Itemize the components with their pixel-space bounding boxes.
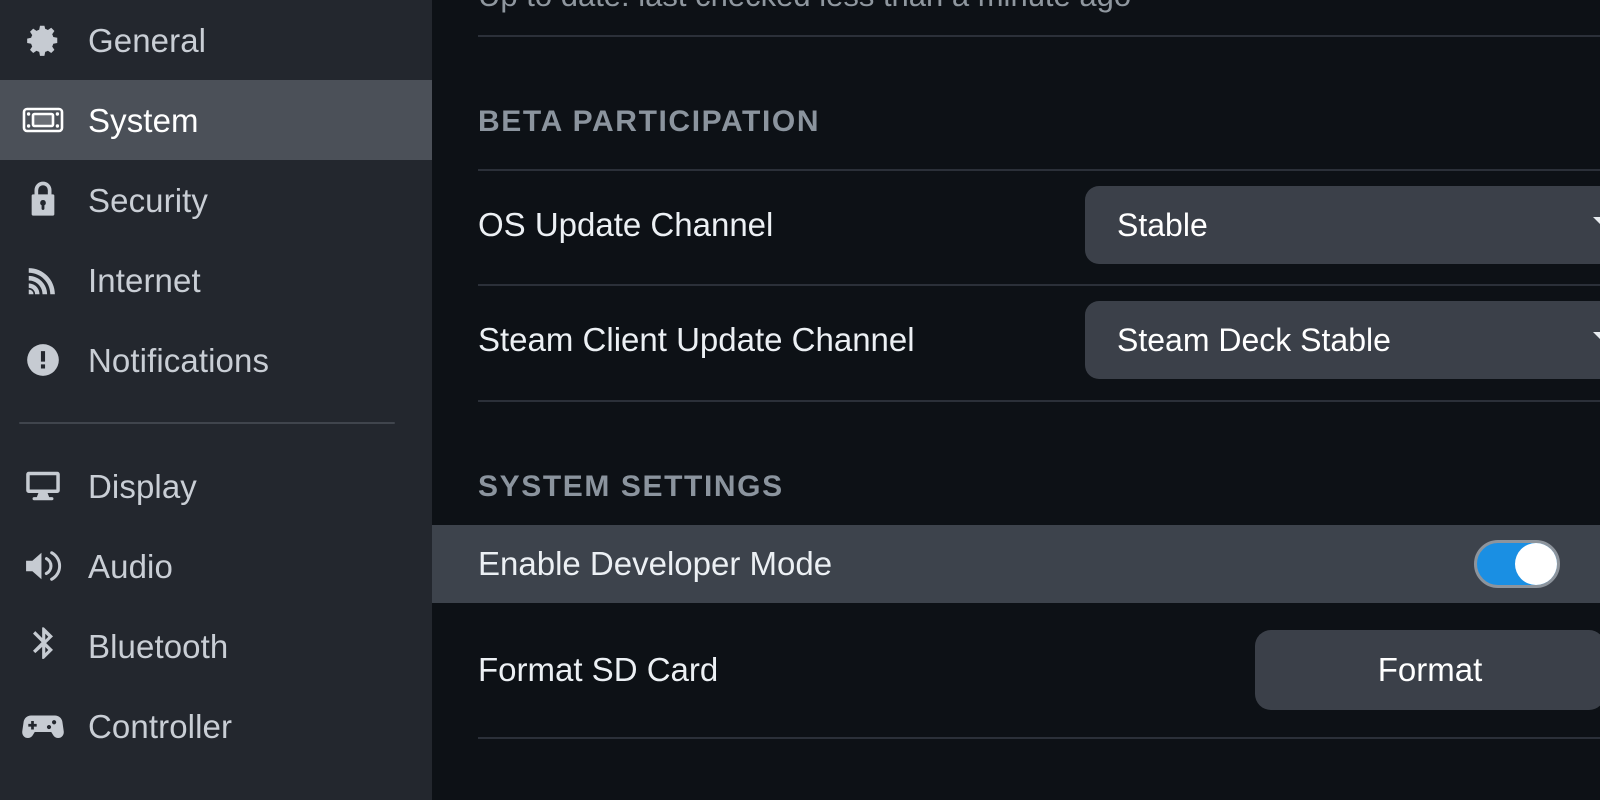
monitor-icon: [20, 468, 66, 504]
settings-content-panel: Up to date: last checked less than a min…: [432, 0, 1600, 800]
sidebar-item-security[interactable]: Security: [0, 160, 432, 240]
sidebar-item-label: Display: [88, 467, 197, 505]
row-format-sd-card[interactable]: Format SD Card Format: [432, 625, 1600, 715]
sidebar-item-label: Notifications: [88, 341, 270, 379]
chevron-down-icon: [1593, 331, 1600, 349]
sidebar-item-label: Internet: [88, 261, 201, 299]
toggle-knob: [1515, 543, 1557, 585]
setting-label: OS Update Channel: [478, 206, 774, 243]
gamepad-icon: [20, 711, 66, 741]
settings-sidebar: General System Security Internet Notific…: [0, 0, 432, 800]
section-header-beta-participation: BETA PARTICIPATION: [478, 105, 821, 138]
speaker-icon: [20, 548, 66, 584]
button-label: Format: [1377, 651, 1483, 688]
sidebar-item-label: Audio: [88, 547, 173, 585]
divider: [478, 284, 1600, 286]
row-steam-client-update-channel[interactable]: Steam Client Update Channel Steam Deck S…: [432, 300, 1600, 380]
divider: [478, 400, 1600, 402]
bluetooth-icon: [20, 626, 66, 666]
format-sd-card-button[interactable]: Format: [1255, 630, 1600, 710]
chevron-down-icon: [1593, 216, 1600, 234]
os-update-channel-dropdown[interactable]: Stable: [1085, 186, 1600, 264]
lock-icon: [20, 180, 66, 220]
gear-icon: [20, 21, 66, 59]
sidebar-item-audio[interactable]: Audio: [0, 526, 432, 606]
setting-label: Format SD Card: [478, 651, 719, 688]
sidebar-item-label: General: [88, 21, 207, 59]
setting-label: Steam Client Update Channel: [478, 321, 915, 358]
divider: [478, 169, 1600, 171]
sidebar-item-label: Controller: [88, 707, 233, 745]
dropdown-value: Stable: [1117, 206, 1208, 243]
alert-circle-icon: [20, 341, 66, 379]
steam-deck-icon: [20, 105, 66, 135]
sidebar-item-general[interactable]: General: [0, 0, 432, 80]
update-status-text: Up to date: last checked less than a min…: [478, 0, 1131, 14]
sidebar-item-bluetooth[interactable]: Bluetooth: [0, 606, 432, 686]
steam-client-update-channel-dropdown[interactable]: Steam Deck Stable: [1085, 301, 1600, 379]
sidebar-item-label: Security: [88, 181, 209, 219]
row-os-update-channel[interactable]: OS Update Channel Stable: [432, 185, 1600, 265]
setting-label: Enable Developer Mode: [478, 545, 833, 582]
section-header-system-settings: SYSTEM SETTINGS: [478, 470, 784, 503]
row-enable-developer-mode[interactable]: Enable Developer Mode: [432, 525, 1600, 603]
sidebar-item-notifications[interactable]: Notifications: [0, 320, 432, 400]
enable-developer-mode-toggle[interactable]: [1474, 540, 1560, 588]
sidebar-item-label: Bluetooth: [88, 627, 229, 665]
divider: [478, 737, 1600, 739]
sidebar-item-label: System: [88, 101, 199, 139]
steam-deck-settings-window: General System Security Internet Notific…: [0, 0, 1600, 800]
wifi-icon: [20, 261, 66, 299]
dropdown-value: Steam Deck Stable: [1117, 321, 1391, 358]
sidebar-item-system[interactable]: System: [0, 80, 432, 160]
sidebar-item-display[interactable]: Display: [0, 446, 432, 526]
sidebar-divider: [19, 422, 395, 424]
divider: [478, 35, 1600, 37]
sidebar-item-controller[interactable]: Controller: [0, 686, 432, 766]
sidebar-item-internet[interactable]: Internet: [0, 240, 432, 320]
